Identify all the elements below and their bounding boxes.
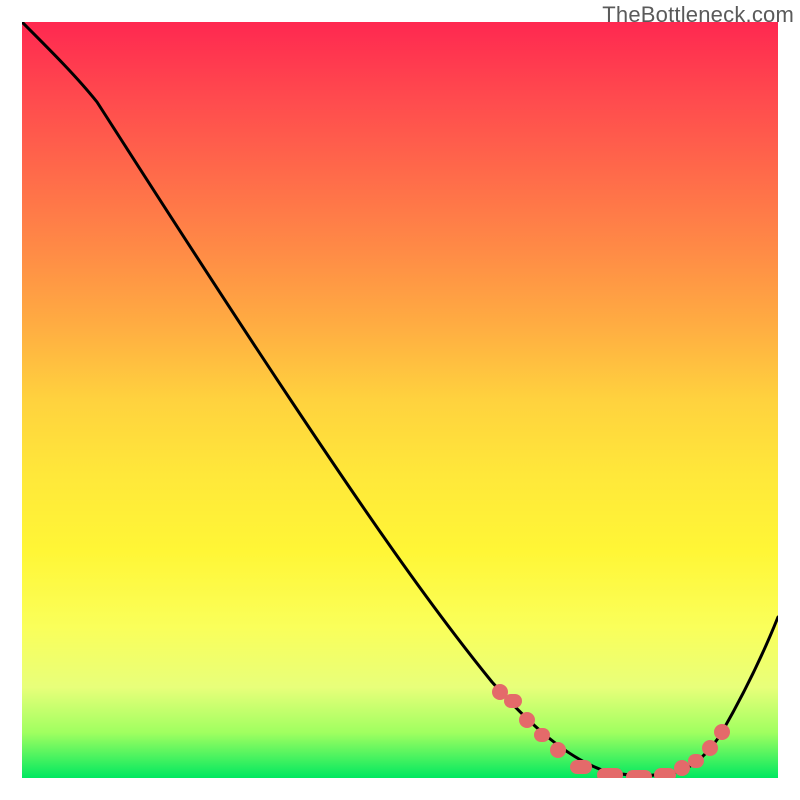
data-marker	[688, 754, 704, 768]
data-marker	[654, 768, 676, 778]
data-marker	[570, 760, 592, 774]
data-marker	[534, 728, 550, 742]
data-marker	[597, 768, 623, 778]
bottleneck-curve	[22, 22, 778, 776]
plot-area	[22, 22, 778, 778]
data-marker	[702, 740, 718, 756]
chart-canvas: TheBottleneck.com	[0, 0, 800, 800]
data-marker	[550, 742, 566, 758]
data-marker	[674, 760, 690, 776]
data-marker	[519, 712, 535, 728]
data-marker	[504, 694, 522, 708]
data-marker	[626, 770, 652, 778]
data-marker	[714, 724, 730, 740]
curve-svg	[22, 22, 778, 778]
